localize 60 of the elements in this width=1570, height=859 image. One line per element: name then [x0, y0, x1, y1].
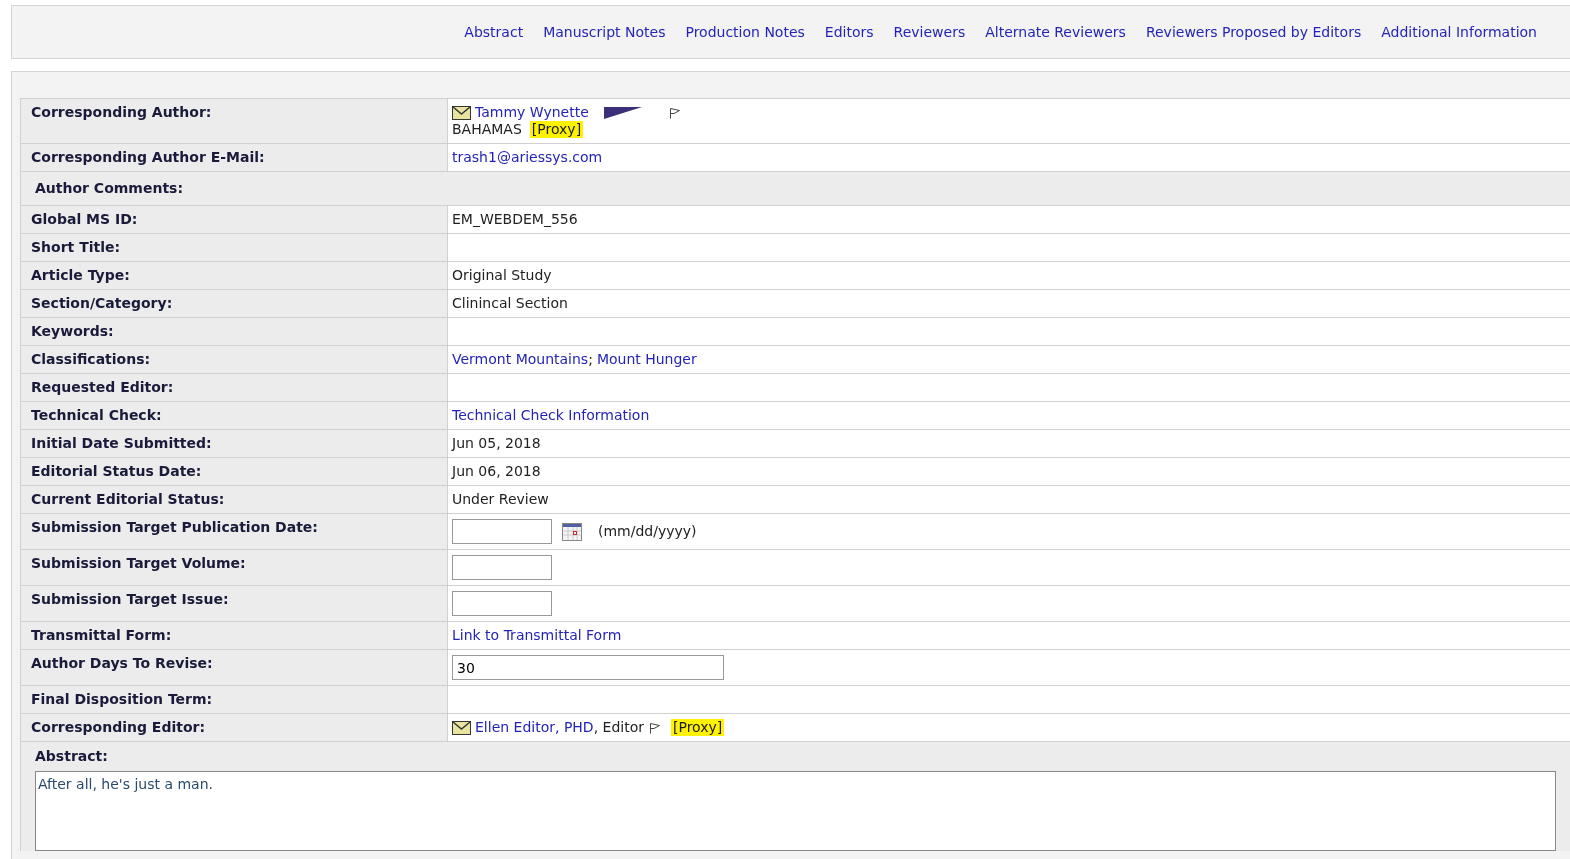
value-text: Original Study — [452, 267, 553, 284]
nav-link[interactable]: Alternate Reviewers — [985, 23, 1126, 41]
envelope-icon — [452, 720, 471, 735]
input-field[interactable] — [452, 555, 552, 580]
pennant-icon — [602, 106, 643, 120]
date-format-hint: (mm/dd/yyyy) — [598, 523, 697, 540]
field-label: Transmittal Form: — [21, 622, 448, 649]
field-label: Submission Target Publication Date: — [21, 514, 448, 549]
field-label: Keywords: — [21, 318, 448, 345]
nav-link[interactable]: Additional Information — [1381, 23, 1537, 41]
field-label: Corresponding Editor: — [21, 714, 448, 741]
calendar-icon[interactable] — [562, 522, 582, 541]
classification-link[interactable]: Mount Hunger — [596, 351, 697, 368]
nav-link[interactable]: Production Notes — [685, 23, 805, 41]
field-label: Short Title: — [21, 234, 448, 261]
editor-role: , Editor — [593, 719, 644, 736]
proxy-link[interactable]: [Proxy] — [671, 719, 725, 736]
field-label: Corresponding Author E-Mail: — [21, 144, 448, 171]
nav-link[interactable]: Reviewers Proposed by Editors — [1145, 23, 1362, 41]
value-text: Under Review — [452, 491, 550, 508]
nav-link[interactable]: Manuscript Notes — [543, 23, 666, 41]
proxy-link[interactable]: [Proxy] — [529, 121, 584, 138]
value-link[interactable]: Link to Transmittal Form — [452, 627, 1566, 644]
value-text: Clinincal Section — [452, 295, 569, 312]
field-label: Classifications: — [21, 346, 448, 373]
field-label: Editorial Status Date: — [21, 458, 448, 485]
value-text: Jun 05, 2018 — [452, 435, 542, 452]
separator-text: ; — [588, 351, 593, 368]
field-label: Requested Editor: — [21, 374, 448, 401]
field-label: Submission Target Volume: — [21, 550, 448, 585]
field-label: Initial Date Submitted: — [21, 430, 448, 457]
field-label: Technical Check: — [21, 402, 448, 429]
abstract-label: Abstract: — [35, 748, 109, 765]
nav-link[interactable]: Editors — [824, 23, 874, 41]
field-label: Global MS ID: — [21, 206, 448, 233]
author-link[interactable]: Tammy Wynette — [475, 104, 589, 121]
field-label: Final Disposition Term: — [21, 686, 448, 713]
field-label: Section/Category: — [21, 290, 448, 317]
section-header: Author Comments: — [21, 172, 1570, 206]
input-field[interactable] — [452, 591, 552, 616]
classification-link[interactable]: Vermont Mountains — [452, 351, 589, 368]
country-text: BAHAMAS — [452, 121, 522, 138]
value-link[interactable]: trash1@ariessys.com — [452, 149, 1566, 166]
envelope-icon — [452, 105, 471, 120]
field-label: Article Type: — [21, 262, 448, 289]
value-text: Jun 06, 2018 — [452, 463, 542, 480]
input-field[interactable] — [452, 519, 552, 544]
value-link[interactable]: Technical Check Information — [452, 407, 1566, 424]
field-label: Corresponding Author: — [21, 99, 448, 143]
flag-icon[interactable] — [668, 107, 681, 119]
value-text: EM_WEBDEM_556 — [452, 211, 579, 228]
field-label: Current Editorial Status: — [21, 486, 448, 513]
input-field[interactable]: 30 — [452, 655, 724, 680]
field-label: Author Days To Revise: — [21, 650, 448, 685]
field-label: Submission Target Issue: — [21, 586, 448, 621]
abstract-field[interactable]: After all, he's just a man. — [35, 771, 1556, 851]
flag-icon[interactable] — [649, 722, 661, 734]
editor-link[interactable]: Ellen Editor, PHD — [475, 719, 594, 736]
nav-link[interactable]: Reviewers — [893, 23, 966, 41]
nav-link[interactable]: Abstract — [464, 23, 524, 41]
